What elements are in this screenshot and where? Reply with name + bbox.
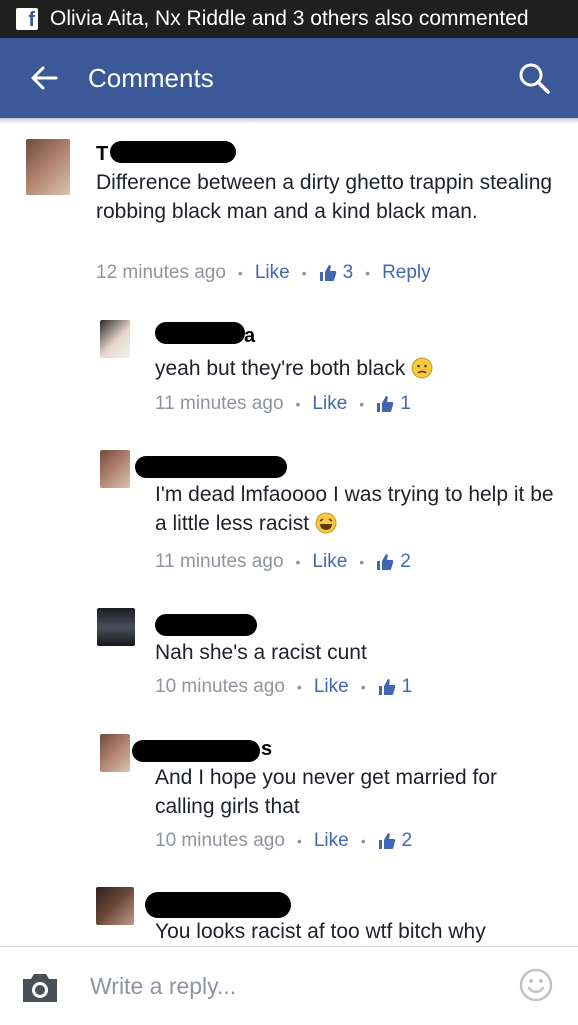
- thumbs-up-icon: [319, 265, 336, 281]
- separator: •: [360, 833, 366, 849]
- comment-text: And I hope you never get married for cal…: [155, 766, 498, 818]
- like-count-value: 2: [401, 830, 413, 851]
- like-count[interactable]: 2: [378, 830, 413, 852]
- facebook-logo-icon: f: [16, 8, 38, 31]
- frown-emoji-icon: [411, 357, 433, 379]
- comment-text-content: yeah but they're both black: [155, 357, 406, 380]
- notification-text: Olivia Aita, Nx Riddle and 3 others also…: [50, 7, 529, 30]
- like-button[interactable]: Like: [255, 262, 290, 284]
- camera-icon[interactable]: [20, 967, 60, 1007]
- notification-bar[interactable]: f Olivia Aita, Nx Riddle and 3 others al…: [0, 0, 578, 38]
- separator: •: [360, 679, 366, 695]
- like-button[interactable]: Like: [312, 393, 347, 415]
- commenter-name[interactable]: T: [96, 143, 108, 166]
- like-count[interactable]: 1: [378, 676, 413, 698]
- reply-input[interactable]: Write a reply...: [90, 973, 236, 1000]
- comment-text: Difference between a dirty ghetto trappi…: [96, 171, 553, 223]
- separator: •: [237, 265, 243, 281]
- page-title: Comments: [88, 62, 214, 93]
- comment-meta: 11 minutes ago • Like • 1: [155, 393, 411, 415]
- redacted-name-bar: [155, 614, 257, 636]
- comment-text-content: I'm dead lmfaoooo I was trying to help i…: [155, 483, 554, 535]
- avatar[interactable]: [100, 734, 130, 772]
- timestamp: 10 minutes ago: [155, 676, 285, 697]
- separator: •: [365, 265, 371, 281]
- separator: •: [359, 554, 365, 570]
- like-count-value: 1: [400, 393, 411, 414]
- comments-header: Comments: [0, 38, 578, 118]
- redacted-name-bar: [132, 740, 260, 762]
- separator: •: [359, 396, 365, 412]
- like-button[interactable]: Like: [314, 676, 349, 698]
- separator: •: [296, 833, 302, 849]
- like-count-value: 3: [342, 262, 354, 283]
- thumbs-up-icon: [377, 396, 394, 412]
- thumbs-up-icon: [378, 833, 395, 849]
- avatar[interactable]: [26, 139, 70, 195]
- separator: •: [295, 396, 301, 412]
- like-count[interactable]: 3: [319, 262, 354, 284]
- redacted-name-bar: [145, 892, 291, 918]
- comment-text: Nah she's a racist cunt: [155, 641, 367, 664]
- smiley-icon[interactable]: [518, 967, 554, 1003]
- timestamp: 11 minutes ago: [155, 393, 284, 414]
- like-button[interactable]: Like: [312, 551, 347, 573]
- like-count[interactable]: 2: [376, 551, 411, 573]
- search-icon[interactable]: [516, 60, 552, 96]
- comment-meta: 11 minutes ago • Like • 2: [155, 551, 411, 573]
- avatar[interactable]: [96, 887, 134, 925]
- reply-composer: Write a reply...: [0, 946, 578, 1025]
- header-shadow: [0, 118, 578, 124]
- like-count-value: 1: [401, 676, 413, 697]
- like-count[interactable]: 1: [376, 393, 411, 415]
- redacted-name-bar: [135, 456, 287, 478]
- separator: •: [296, 679, 302, 695]
- separator: •: [295, 554, 301, 570]
- thumbs-up-icon: [377, 554, 394, 570]
- redacted-name-bar: [110, 141, 236, 163]
- timestamp: 12 minutes ago: [96, 262, 226, 283]
- commenter-name[interactable]: a: [244, 325, 255, 348]
- comment-text: I'm dead lmfaoooo I was trying to help i…: [155, 480, 555, 538]
- comment-text: yeah but they're both black: [155, 354, 555, 383]
- laughing-emoji-icon: [315, 512, 337, 534]
- comment-meta: 10 minutes ago • Like • 1: [155, 676, 412, 698]
- avatar[interactable]: [100, 450, 130, 488]
- timestamp: 10 minutes ago: [155, 830, 285, 851]
- reply-button[interactable]: Reply: [382, 262, 431, 284]
- commenter-name[interactable]: s: [261, 738, 272, 761]
- avatar[interactable]: [100, 320, 130, 358]
- separator: •: [301, 265, 307, 281]
- comment-text: You looks racist af too wtf bitch why: [155, 920, 486, 943]
- like-count-value: 2: [400, 551, 411, 572]
- comment-meta: 12 minutes ago • Like • 3 • Reply: [96, 262, 431, 284]
- redacted-name-bar: [155, 322, 245, 344]
- comment-meta: 10 minutes ago • Like • 2: [155, 830, 412, 852]
- timestamp: 11 minutes ago: [155, 551, 284, 572]
- avatar[interactable]: [97, 608, 135, 646]
- like-button[interactable]: Like: [314, 830, 349, 852]
- back-arrow-icon[interactable]: [26, 60, 62, 96]
- thumbs-up-icon: [378, 679, 395, 695]
